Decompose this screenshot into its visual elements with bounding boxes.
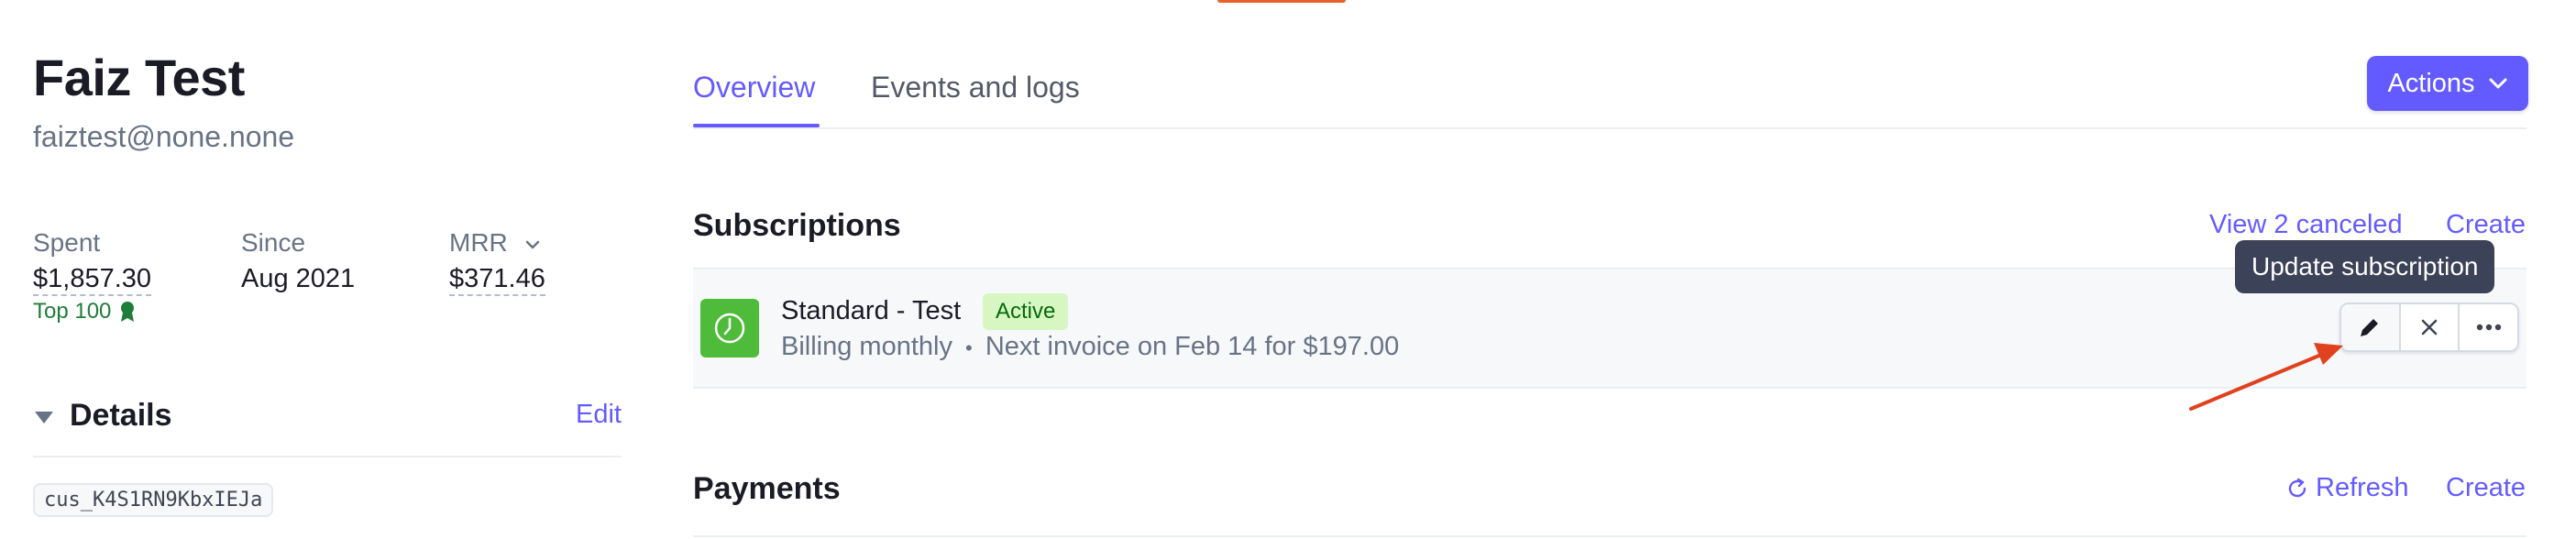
payments-divider bbox=[693, 535, 2526, 537]
chevron-down-icon bbox=[525, 240, 539, 248]
status-badge: Active bbox=[983, 293, 1069, 330]
meta-separator: • bbox=[965, 336, 973, 359]
update-subscription-tooltip: Update subscription bbox=[2235, 240, 2495, 293]
create-subscription-link[interactable]: Create bbox=[2446, 210, 2526, 240]
refresh-label: Refresh bbox=[2316, 473, 2409, 502]
since-value: Aug 2021 bbox=[241, 264, 356, 293]
caret-down-icon[interactable] bbox=[33, 409, 55, 425]
payments-title: Payments bbox=[693, 471, 841, 506]
subscriptions-title: Subscriptions bbox=[693, 208, 901, 243]
billing-interval: Billing monthly bbox=[781, 332, 952, 361]
details-edit-link[interactable]: Edit bbox=[576, 400, 622, 430]
top-100-label: Top 100 bbox=[33, 299, 112, 324]
award-ribbon-icon bbox=[121, 302, 135, 322]
mrr-label-wrap[interactable]: MRR bbox=[449, 228, 541, 258]
refresh-icon bbox=[2288, 478, 2306, 497]
spent-label: Spent bbox=[33, 228, 101, 257]
mrr-value[interactable]: $371.46 bbox=[449, 264, 545, 296]
subscription-meta: Billing monthly • Next invoice on Feb 14… bbox=[781, 332, 1399, 362]
tab-events-and-logs[interactable]: Events and logs bbox=[871, 71, 1080, 104]
tab-overview[interactable]: Overview bbox=[693, 71, 815, 104]
view-canceled-link[interactable]: View 2 canceled bbox=[2209, 210, 2403, 240]
divider bbox=[33, 456, 622, 457]
next-invoice: Next invoice on Feb 14 for $197.00 bbox=[985, 332, 1400, 361]
create-payment-link[interactable]: Create bbox=[2446, 473, 2526, 503]
details-header: Details Edit bbox=[33, 398, 622, 436]
details-title[interactable]: Details bbox=[70, 398, 172, 434]
actions-label: Actions bbox=[2387, 68, 2475, 98]
tabs-divider bbox=[693, 127, 2526, 129]
mrr-amount: $371.46 bbox=[449, 264, 545, 296]
clock-icon bbox=[714, 313, 745, 344]
subscription-actions bbox=[2339, 302, 2519, 352]
update-subscription-button[interactable] bbox=[2341, 304, 2399, 350]
actions-button[interactable]: Actions bbox=[2367, 56, 2528, 111]
cancel-subscription-button[interactable] bbox=[2398, 304, 2459, 350]
since-label: Since bbox=[241, 228, 306, 257]
top-accent-bar bbox=[1217, 0, 1346, 3]
subscription-name[interactable]: Standard - Test bbox=[781, 296, 961, 326]
close-icon bbox=[2421, 319, 2438, 336]
more-horizontal-icon bbox=[2476, 324, 2501, 331]
spent-value[interactable]: $1,857.30 bbox=[33, 264, 152, 296]
product-icon bbox=[700, 299, 759, 358]
customer-name: Faiz Test bbox=[33, 49, 245, 106]
spent-amount: $1,857.30 bbox=[33, 264, 152, 296]
refresh-payments-link[interactable]: Refresh bbox=[2284, 473, 2409, 503]
top-100-badge: Top 100 bbox=[33, 299, 137, 324]
mrr-label: MRR bbox=[449, 228, 508, 257]
customer-email: faiztest@none.none bbox=[33, 120, 295, 153]
pencil-icon bbox=[2361, 319, 2379, 336]
more-options-button[interactable] bbox=[2458, 304, 2517, 350]
chevron-down-icon bbox=[2489, 78, 2507, 89]
customer-id[interactable]: cus_K4S1RN9KbxIEJa bbox=[33, 483, 274, 517]
